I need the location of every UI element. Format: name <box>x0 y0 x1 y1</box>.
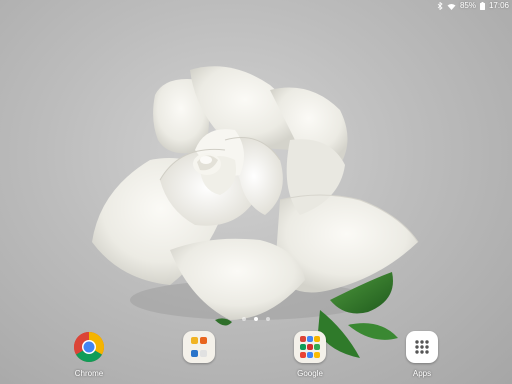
page-dot[interactable] <box>266 317 270 321</box>
status-bar: 85% 17:06 <box>0 0 512 12</box>
white-rose-wallpaper <box>92 66 419 358</box>
app-label-chrome: Chrome <box>74 369 104 378</box>
app-folder[interactable] <box>169 330 229 369</box>
folder-icon[interactable] <box>182 330 216 364</box>
app-chrome[interactable]: Chrome <box>59 330 119 378</box>
home-screen: 85% 17:06 Chrome Google Apps <box>0 0 512 384</box>
app-label-google: Google <box>297 369 323 378</box>
page-indicator <box>0 317 512 321</box>
google-folder-icon[interactable] <box>293 330 327 364</box>
chrome-icon[interactable] <box>72 330 106 364</box>
battery-icon <box>479 2 485 10</box>
page-dot[interactable] <box>242 317 246 321</box>
app-drawer[interactable]: Apps <box>392 330 452 378</box>
app-label-apps: Apps <box>412 369 432 378</box>
wifi-icon <box>447 3 456 10</box>
page-dot-active[interactable] <box>254 317 258 321</box>
apps-grid-icon[interactable] <box>405 330 439 364</box>
app-google-folder[interactable]: Google <box>280 330 340 378</box>
battery-percent: 85% <box>459 1 476 10</box>
status-time: 17:06 <box>488 1 509 10</box>
bluetooth-icon <box>437 2 443 10</box>
